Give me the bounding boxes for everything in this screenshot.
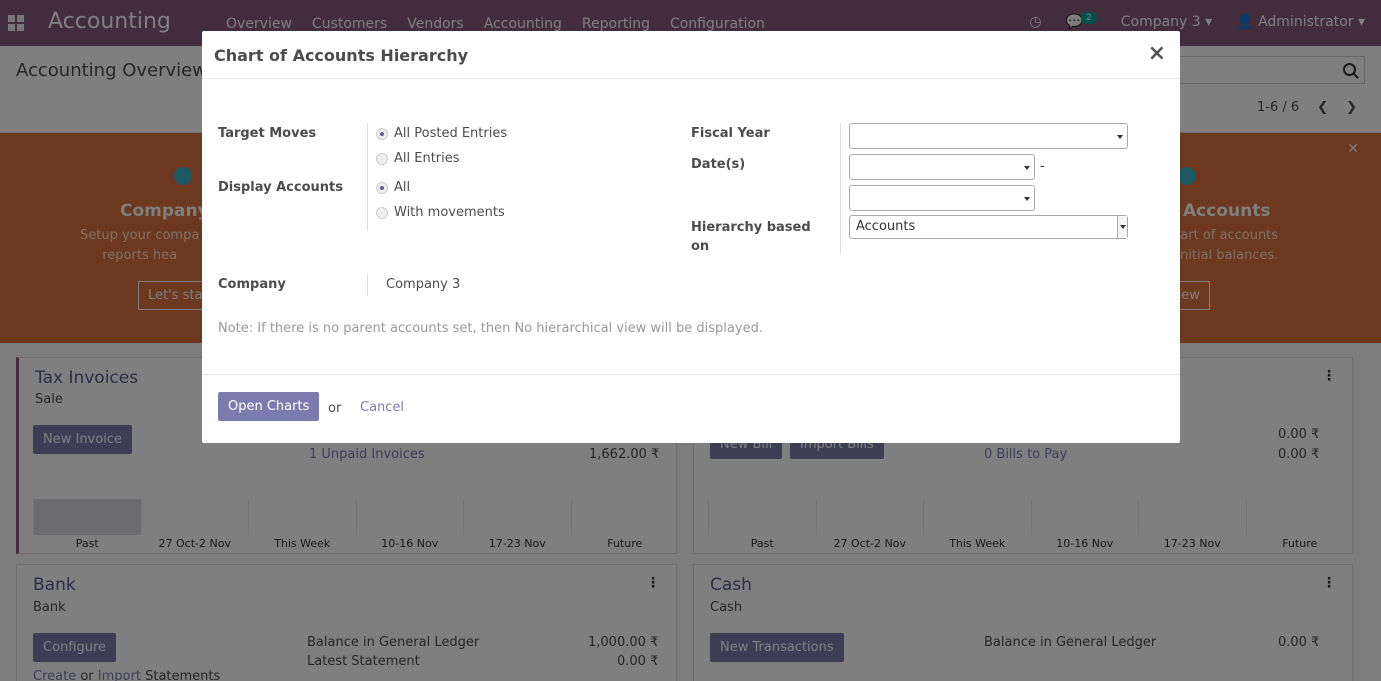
- radio-label: With movements: [394, 205, 505, 220]
- radio-button[interactable]: [376, 152, 388, 165]
- modal-header: Chart of Accounts Hierarchy ×: [202, 31, 1180, 79]
- radio-with-movements[interactable]: With movements: [376, 205, 505, 220]
- radio-all-posted-entries[interactable]: All Posted Entries: [376, 126, 507, 141]
- dates-label: Date(s): [691, 157, 746, 172]
- divider: [840, 123, 841, 254]
- caret-down-icon: [1024, 197, 1030, 201]
- hierarchy-label: Hierarchy based on: [691, 220, 811, 254]
- radio-label: All: [394, 180, 411, 195]
- fiscal-year-label: Fiscal Year: [691, 126, 770, 141]
- date-separator: -: [1040, 159, 1045, 174]
- caret-down-icon: [1024, 166, 1030, 170]
- open-charts-button[interactable]: Open Charts: [218, 392, 320, 421]
- radio-label: All Entries: [394, 151, 460, 166]
- radio-button[interactable]: [376, 127, 388, 140]
- target-moves-label: Target Moves: [218, 126, 317, 141]
- chart-of-accounts-dialog: Chart of Accounts Hierarchy × Target Mov…: [202, 31, 1180, 443]
- caret-down-icon: [1117, 135, 1123, 139]
- date-to-input[interactable]: [849, 185, 1035, 211]
- caret-down-icon: [1117, 216, 1127, 238]
- hierarchy-select[interactable]: Accounts: [849, 215, 1128, 239]
- modal-title: Chart of Accounts Hierarchy: [214, 46, 469, 65]
- date-from-input[interactable]: [849, 154, 1035, 180]
- modal-footer: Open Charts or Cancel: [202, 374, 1180, 443]
- display-accounts-label: Display Accounts: [218, 180, 343, 195]
- divider: [367, 274, 368, 296]
- radio-label: All Posted Entries: [394, 126, 508, 141]
- select-value: Accounts: [856, 219, 916, 234]
- hierarchy-note: Note: If there is no parent accounts set…: [218, 321, 763, 336]
- close-icon[interactable]: ×: [1148, 41, 1166, 66]
- cancel-button[interactable]: Cancel: [360, 400, 404, 415]
- radio-button[interactable]: [376, 206, 388, 219]
- company-value: Company 3: [386, 277, 461, 292]
- radio-button[interactable]: [376, 181, 388, 194]
- fiscal-year-select[interactable]: [849, 123, 1128, 149]
- radio-display-all[interactable]: All: [376, 180, 410, 195]
- or-text: or: [328, 401, 342, 416]
- radio-all-entries[interactable]: All Entries: [376, 151, 460, 166]
- company-label: Company: [218, 277, 286, 292]
- divider: [367, 123, 368, 231]
